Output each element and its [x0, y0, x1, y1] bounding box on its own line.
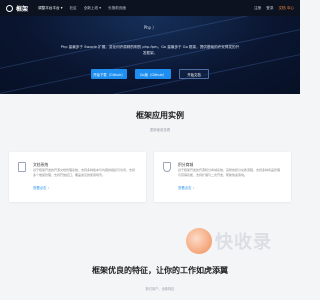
- card-more-link[interactable]: 查看点击 ›: [33, 185, 49, 190]
- top-nav: 框架 调整平台平台 ▾ 社区 全新上线 ▾ 长按前页面 注册 登录 文档 中心: [0, 0, 300, 16]
- logo-icon: [6, 4, 13, 12]
- case-card-mall[interactable]: 积分商城 基于框架开发的开源积分商城系统，完整的积分兑换流程，支持多种商品管理与…: [154, 152, 291, 202]
- hero-subtitle: Php ）: [143, 25, 157, 30]
- login-link[interactable]: 登录: [266, 6, 273, 11]
- hero-banner: Php ） Php 量最多于 Swoole 扩展，变化何许原精的明的 php-f…: [0, 16, 300, 94]
- register-link[interactable]: 注册: [254, 6, 261, 11]
- nav-item-page[interactable]: 长按前页面: [108, 6, 126, 11]
- shield-icon: [163, 162, 171, 172]
- hero-buttons: 开始下载（Github） Go版（Github） 开始文档: [0, 69, 300, 79]
- watermark-text: 快收录: [215, 232, 272, 253]
- document-icon: [18, 162, 26, 172]
- card-more-link[interactable]: 查看点击 ›: [178, 185, 194, 190]
- section-subtitle-features: 新引用户，全新特征: [145, 287, 175, 291]
- go-github-button[interactable]: Go版（Github）: [135, 69, 171, 79]
- card-description: 基于框架开发的开源文档管理系统，支持多种版本与内容的组织与访问，支持多个维度管理…: [33, 168, 136, 177]
- nav-actions: 注册 登录 文档 中心: [254, 6, 294, 11]
- section-title-features: 框架优良的特征，让你的工作如虎添翼: [92, 266, 228, 275]
- docs-center-link[interactable]: 文档 中心: [278, 6, 294, 11]
- section-subtitle-cases: 更新使用查看: [149, 128, 171, 132]
- hero-description: Php 量最多于 Swoole 扩展，变化何许原精的明的 php-fpm。Go …: [60, 45, 240, 55]
- nav-menu: 调整平台平台 ▾ 社区 全新上线 ▾ 长按前页面: [38, 6, 126, 11]
- logo[interactable]: 框架: [6, 4, 28, 13]
- watermark-logo-icon: [186, 228, 212, 254]
- nav-item-new[interactable]: 全新上线 ▾: [84, 6, 101, 11]
- logo-text: 框架: [16, 5, 29, 13]
- case-card-docs[interactable]: 文档系统 基于框架开发的开源文档管理系统，支持多种版本与内容的组织与访问，支持多…: [9, 152, 146, 202]
- section-title-cases: 框架应用实例: [136, 111, 184, 120]
- download-github-button[interactable]: 开始下载（Github）: [91, 69, 127, 79]
- nav-item-platform[interactable]: 调整平台平台 ▾: [38, 6, 63, 11]
- card-description: 基于框架开发的开源积分商城系统，完整的积分兑换流程，支持多种商品管理与营销功能，…: [178, 168, 281, 177]
- nav-item-community[interactable]: 社区: [70, 6, 77, 11]
- case-cards: 文档系统 基于框架开发的开源文档管理系统，支持多种版本与内容的组织与访问，支持多…: [9, 152, 291, 202]
- watermark: 快收录: [186, 228, 272, 254]
- docs-button[interactable]: 开始文档: [179, 69, 209, 79]
